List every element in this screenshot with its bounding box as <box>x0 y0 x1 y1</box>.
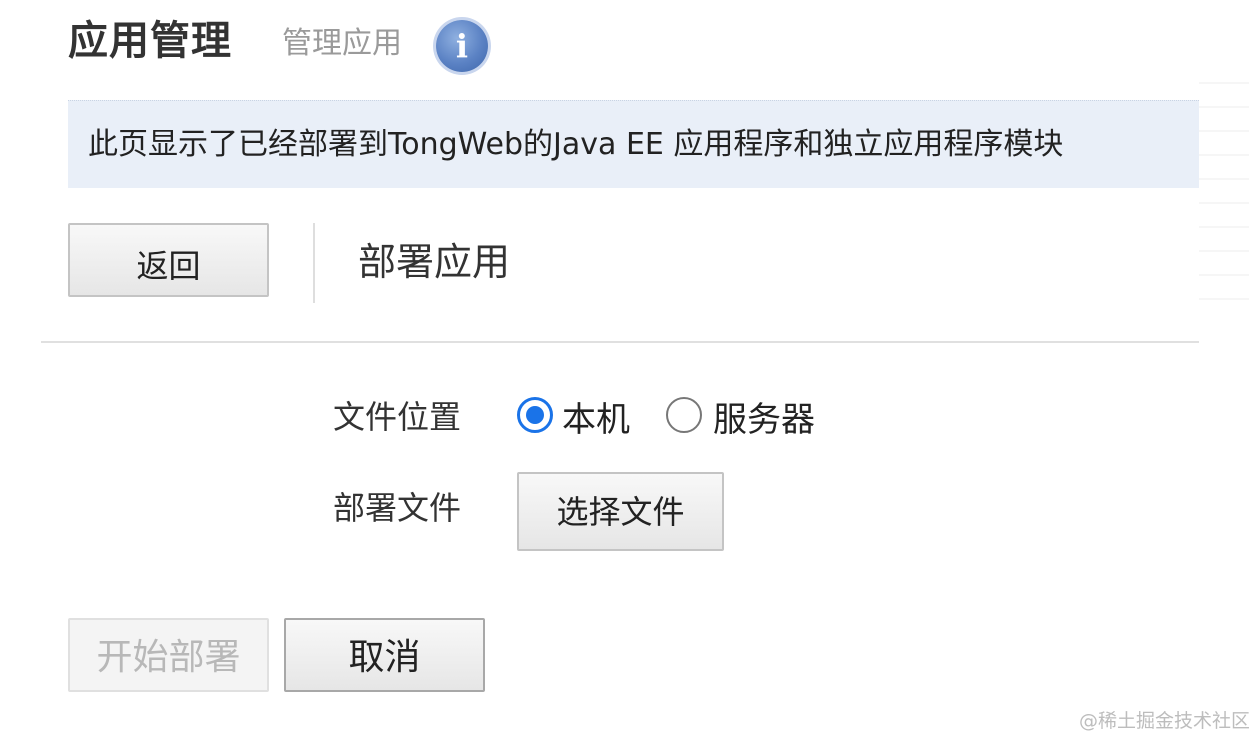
radio-server[interactable] <box>666 397 702 433</box>
info-banner-text: 此页显示了已经部署到TongWeb的Java EE 应用程序和独立应用程序模块 <box>88 127 1064 162</box>
start-deploy-button[interactable]: 开始部署 <box>68 618 269 692</box>
page-title: 应用管理 <box>68 18 232 64</box>
radio-selected-dot <box>526 406 544 424</box>
radio-server-label[interactable]: 服务器 <box>713 398 815 442</box>
choose-file-button[interactable]: 选择文件 <box>517 472 724 551</box>
section-divider <box>41 341 1199 343</box>
info-icon[interactable]: i <box>436 20 488 72</box>
cancel-button[interactable]: 取消 <box>284 618 485 692</box>
toolbar-divider <box>313 223 315 303</box>
info-banner: 此页显示了已经部署到TongWeb的Java EE 应用程序和独立应用程序模块 <box>68 100 1199 188</box>
deploy-file-label: 部署文件 <box>333 489 462 527</box>
page-subtitle: 管理应用 <box>282 26 402 61</box>
background-edge <box>1199 60 1249 310</box>
section-title: 部署应用 <box>358 240 511 284</box>
radio-local-label[interactable]: 本机 <box>562 398 630 442</box>
file-location-label: 文件位置 <box>333 398 462 436</box>
radio-local[interactable] <box>517 397 553 433</box>
back-button[interactable]: 返回 <box>68 223 269 297</box>
watermark: @稀土掘金技术社区 <box>1079 710 1249 732</box>
